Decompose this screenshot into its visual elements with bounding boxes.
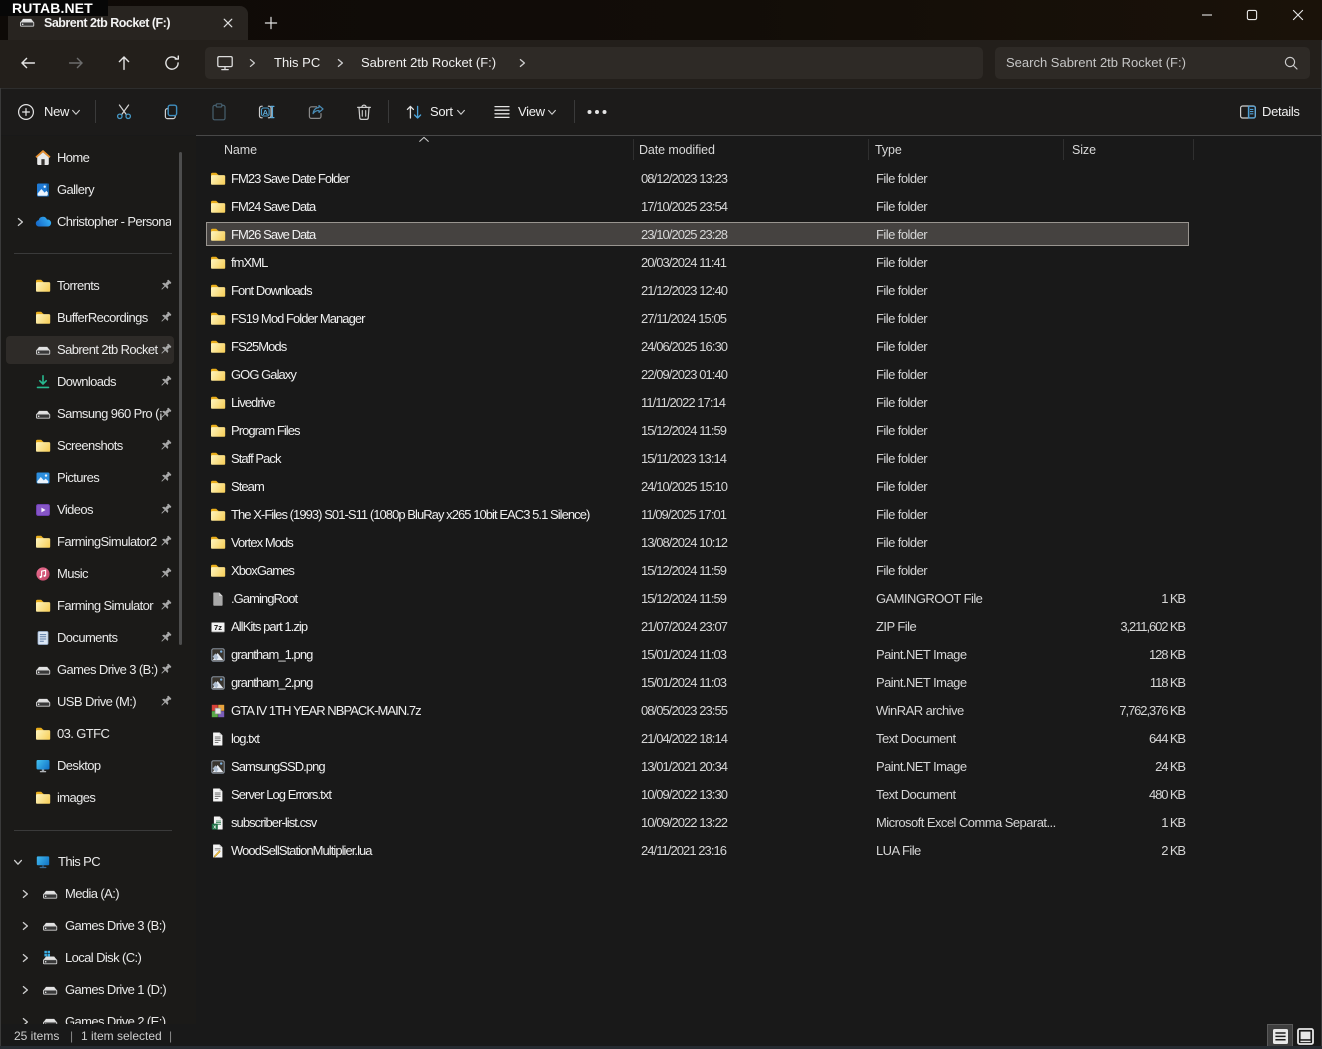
- svg-text:7z: 7z: [214, 623, 222, 632]
- svg-text:A: A: [263, 108, 269, 117]
